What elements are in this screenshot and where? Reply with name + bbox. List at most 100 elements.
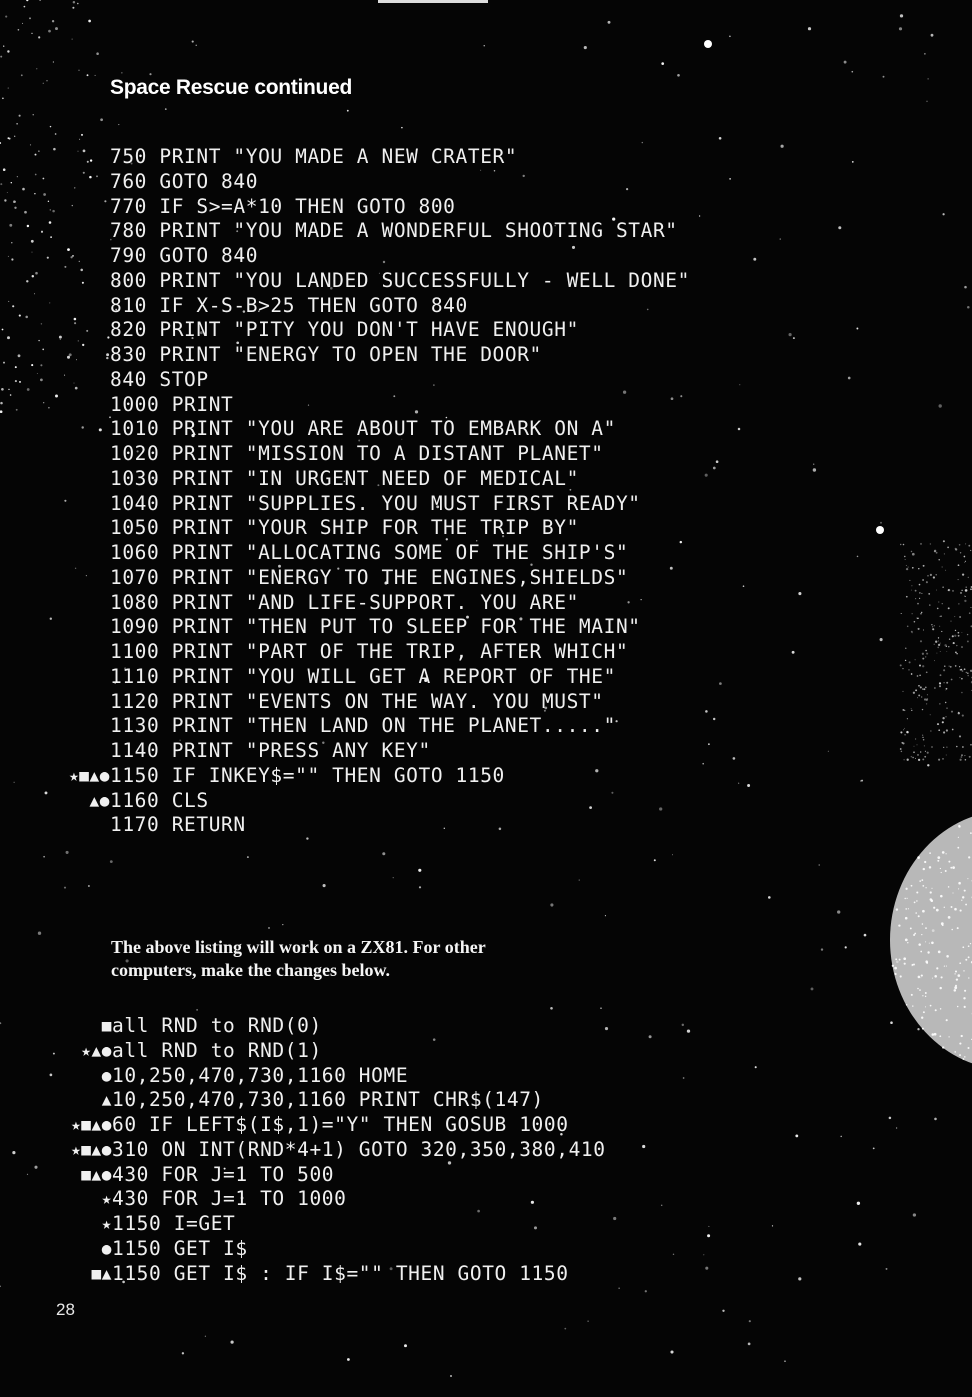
planet-speckle	[969, 942, 972, 945]
star	[917, 1028, 920, 1031]
dust	[922, 665, 925, 668]
dust	[950, 678, 953, 681]
dust	[906, 718, 908, 720]
dust	[923, 698, 927, 701]
page-title: Space Rescue continued	[110, 76, 352, 99]
dust	[908, 661, 911, 664]
dust	[900, 612, 902, 615]
dust	[963, 668, 966, 671]
planet-speckle	[895, 958, 898, 961]
star	[843, 60, 847, 64]
code-text: 1140 PRINT "PRESS ANY KEY"	[110, 739, 431, 762]
change-line: ★ 430 FOR J=1 TO 1000	[0, 1187, 860, 1212]
planet-speckle	[939, 986, 942, 990]
dust	[942, 586, 944, 588]
dust	[899, 664, 902, 667]
planet-speckle	[940, 976, 943, 979]
planet-speckle	[934, 1009, 937, 1012]
machine-markers: ▲	[101, 1090, 112, 1110]
planet-speckle	[943, 906, 945, 908]
planet-speckle	[961, 896, 965, 899]
code-text: 310 ON INT(RND*4+1) GOTO 320,350,380,410	[112, 1137, 606, 1161]
planet-speckle	[933, 906, 936, 909]
planet-speckle	[907, 908, 910, 910]
planet-speckle	[919, 989, 921, 991]
planet-speckle	[924, 860, 927, 864]
top-rule	[378, 0, 488, 3]
dust	[918, 684, 920, 687]
star	[718, 136, 722, 140]
dust	[926, 751, 929, 754]
planet-speckle	[905, 908, 908, 910]
dust	[942, 717, 945, 720]
dust	[967, 674, 969, 677]
star	[912, 1213, 917, 1217]
planet-speckle	[950, 866, 953, 869]
planet-speckle	[968, 856, 971, 859]
dust	[946, 681, 949, 684]
star	[204, 1335, 207, 1337]
dust	[959, 591, 963, 594]
dust	[915, 598, 917, 600]
star	[747, 1342, 751, 1346]
dust	[921, 696, 923, 698]
dust	[957, 712, 960, 715]
dust	[910, 589, 912, 591]
machine-markers: ■▲	[91, 1263, 112, 1283]
dust	[926, 652, 929, 655]
dust	[936, 652, 938, 654]
nebula-star	[96, 52, 99, 55]
dust	[952, 589, 954, 592]
code-text: 1150 IF INKEY$="" THEN GOTO 1150	[110, 763, 505, 787]
nebula-star	[29, 17, 31, 20]
dust	[939, 674, 942, 677]
planet-speckle	[925, 887, 927, 889]
dust	[964, 562, 966, 563]
planet-speckle	[912, 1005, 914, 1007]
dust	[916, 617, 918, 619]
nebula-star	[0, 55, 3, 58]
star	[670, 1350, 674, 1354]
dust	[929, 714, 931, 716]
dust	[922, 734, 924, 736]
planet-speckle	[951, 928, 953, 931]
star	[967, 306, 970, 309]
dust	[910, 673, 913, 675]
planet-speckle	[903, 962, 906, 965]
machine-markers: ■	[101, 1016, 112, 1035]
planet-speckle	[921, 1027, 924, 1030]
dust	[918, 664, 922, 667]
dust	[947, 607, 950, 610]
dust	[952, 642, 955, 645]
dust	[961, 754, 963, 757]
code-text: 1160 CLS	[110, 788, 209, 812]
star	[820, 948, 824, 951]
dust	[925, 649, 927, 652]
dust	[959, 758, 962, 761]
planet-speckle	[965, 903, 968, 906]
planet-speckle	[943, 965, 945, 967]
planet-speckle	[913, 901, 916, 904]
code-text: 800 PRINT "YOU LANDED SUCCESSFULLY - WEL…	[110, 268, 690, 292]
planet-speckle	[939, 1035, 942, 1038]
change-line: ★ 1150 I=GET	[0, 1212, 860, 1237]
planet-speckle	[913, 933, 916, 937]
star	[583, 46, 587, 50]
code-line: 1090 PRINT "THEN PUT TO SLEEP FOR THE MA…	[0, 615, 860, 640]
star	[392, 877, 394, 879]
dust	[908, 669, 910, 671]
star	[118, 124, 120, 126]
dust	[913, 751, 915, 754]
dust	[946, 746, 948, 748]
nebula-star	[7, 137, 10, 140]
dust	[939, 625, 941, 627]
planet-speckle	[958, 825, 961, 828]
planet-speckle	[920, 974, 923, 977]
star	[382, 852, 386, 856]
nebula-star	[86, 74, 89, 77]
planet-speckle	[950, 906, 953, 908]
nebula-star	[23, 5, 26, 8]
dust	[948, 638, 951, 640]
dust	[934, 660, 935, 662]
planet-speckle	[957, 836, 960, 838]
